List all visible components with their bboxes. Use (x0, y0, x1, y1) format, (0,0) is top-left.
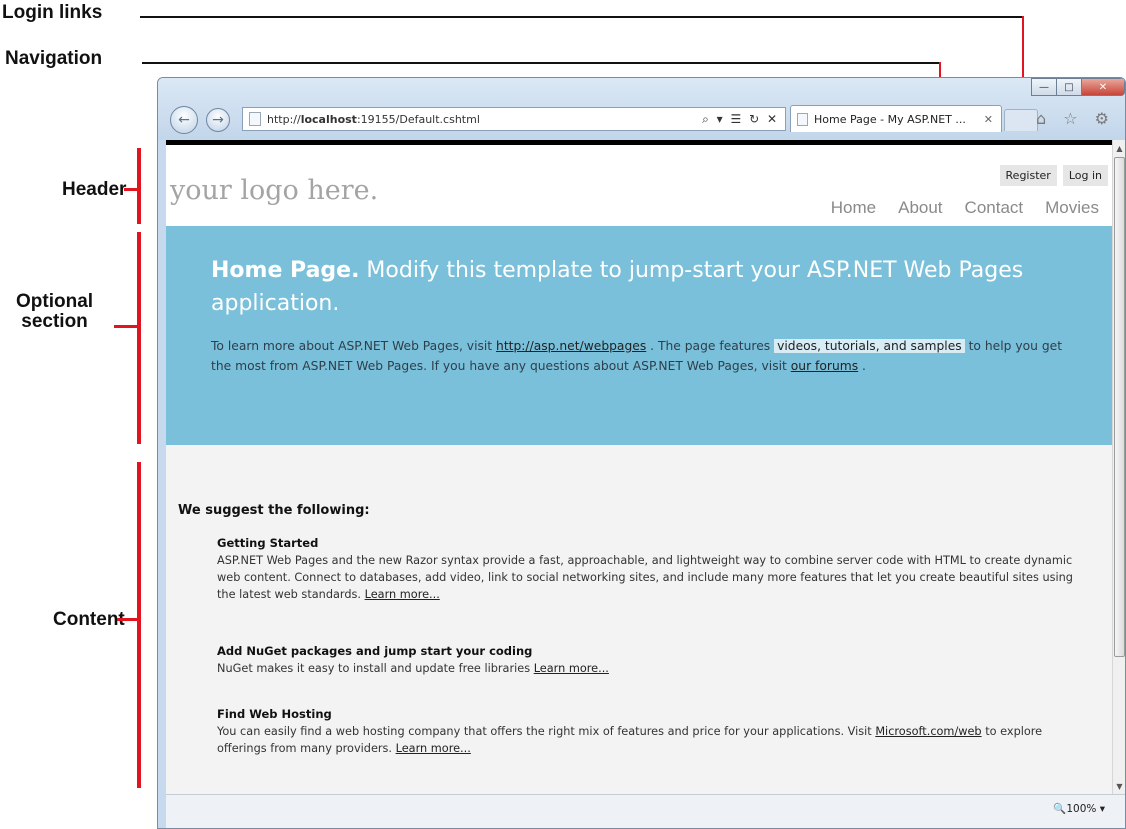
page-favicon-icon (249, 112, 261, 126)
forums-link[interactable]: our forums (791, 359, 858, 373)
forward-arrow-icon: → (212, 112, 224, 128)
suggestion-hosting: Find Web Hosting You can easily find a w… (217, 706, 1087, 757)
zoom-level[interactable]: 🔍100% ▾ (1053, 802, 1105, 815)
callout-optional-line1: Optional (16, 291, 94, 312)
suggestions-heading: We suggest the following: (178, 503, 370, 518)
back-button[interactable]: ← (170, 106, 198, 134)
site-logo[interactable]: your logo here. (170, 175, 378, 206)
back-arrow-icon: ← (178, 112, 190, 128)
url-path: :19155/Default.cshtml (356, 112, 480, 126)
suggestion-body: You can easily find a web hosting compan… (217, 725, 876, 738)
login-link[interactable]: Log in (1062, 165, 1108, 186)
suggestion-body: NuGet makes it easy to install and updat… (217, 662, 534, 675)
callout-header-bracket (137, 148, 141, 224)
suggestion-nuget: Add NuGet packages and jump start your c… (217, 643, 1087, 677)
callout-content: Content (53, 609, 125, 630)
minimize-button[interactable]: — (1031, 78, 1057, 96)
scroll-down-icon[interactable]: ▼ (1113, 779, 1125, 793)
featured-title-bold: Home Page. (211, 258, 360, 283)
vertical-scrollbar[interactable]: ▲ ▼ (1112, 140, 1125, 794)
featured-highlight: videos, tutorials, and samples (774, 339, 965, 353)
register-link[interactable]: Register (999, 165, 1057, 186)
featured-title: Home Page. Modify this template to jump-… (211, 254, 1091, 320)
suggestion-title: Find Web Hosting (217, 707, 332, 721)
main-content: We suggest the following: Getting Starte… (166, 445, 1112, 794)
nav-contact[interactable]: Contact (954, 198, 1035, 218)
title-bar: — □ ✕ ← → http://localhost:19155/Default… (158, 78, 1125, 140)
maximize-button[interactable]: □ (1056, 78, 1082, 96)
url-prefix: http:// (267, 112, 301, 126)
nav-movies[interactable]: Movies (1034, 198, 1110, 218)
forward-button[interactable]: → (206, 108, 230, 132)
tab-title: Home Page - My ASP.NET ... (814, 112, 966, 126)
callout-optional-bracket (137, 232, 141, 444)
nav-home[interactable]: Home (820, 198, 887, 218)
learn-more-link[interactable]: Learn more... (534, 662, 609, 675)
suggestion-text: ASP.NET Web Pages and the new Razor synt… (217, 552, 1087, 603)
featured-text-4: . (858, 359, 866, 373)
callout-header-tick (124, 188, 138, 191)
tab-home-page[interactable]: Home Page - My ASP.NET ... ✕ (790, 105, 1002, 132)
featured-section: Home Page. Modify this template to jump-… (166, 226, 1112, 445)
callout-login-links: Login links (2, 2, 103, 23)
callout-header: Header (62, 179, 127, 200)
microsoft-web-link[interactable]: Microsoft.com/web (875, 725, 981, 738)
tab-close-icon[interactable]: ✕ (984, 113, 993, 126)
callout-optional-tick (114, 325, 138, 328)
site-header: your logo here. Register Log in Home Abo… (166, 145, 1112, 226)
tab-favicon-icon (797, 112, 808, 126)
learn-more-link[interactable]: Learn more... (365, 588, 440, 601)
scroll-up-icon[interactable]: ▲ (1113, 141, 1125, 155)
browser-window: — □ ✕ ← → http://localhost:19155/Default… (157, 77, 1126, 829)
callout-navigation: Navigation (5, 48, 103, 69)
suggestion-getting-started: Getting Started ASP.NET Web Pages and th… (217, 535, 1087, 603)
suggestion-title: Add NuGet packages and jump start your c… (217, 644, 533, 658)
main-navigation: Home About Contact Movies (820, 198, 1110, 218)
home-favorites-tools-icons[interactable]: ⌂ ☆ ⚙ (1036, 109, 1115, 128)
callout-content-bracket (137, 462, 141, 788)
close-window-button[interactable]: ✕ (1081, 78, 1125, 96)
page-viewport: your logo here. Register Log in Home Abo… (166, 140, 1112, 794)
status-bar: 🔍100% ▾ (166, 794, 1125, 828)
url-host: localhost (300, 112, 357, 126)
nav-about[interactable]: About (887, 198, 953, 218)
callout-content-tick (117, 618, 138, 621)
suggestion-text: NuGet makes it easy to install and updat… (217, 660, 1087, 677)
login-links: Register Log in (999, 165, 1108, 186)
webpages-link[interactable]: http://asp.net/webpages (496, 339, 646, 353)
suggestion-body: ASP.NET Web Pages and the new Razor synt… (217, 554, 1073, 601)
new-tab-button[interactable] (1004, 109, 1038, 131)
scroll-thumb[interactable] (1114, 157, 1125, 657)
callout-optional-line2: section (21, 311, 88, 332)
address-tools-icons[interactable]: ⌕ ▾ ☰ ↻ ✕ (702, 112, 779, 127)
featured-text: To learn more about ASP.NET Web Pages, v… (211, 336, 1081, 376)
featured-text-2: . The page features (646, 339, 775, 353)
suggestion-text: You can easily find a web hosting compan… (217, 723, 1087, 757)
learn-more-link[interactable]: Learn more... (396, 742, 471, 755)
address-bar[interactable]: http://localhost:19155/Default.cshtml ⌕ … (242, 107, 786, 131)
callout-navigation-leader-h (142, 62, 941, 64)
callout-login-links-leader-h (140, 16, 1024, 18)
callout-optional-section: Optional section (16, 292, 93, 332)
window-controls: — □ ✕ (1031, 78, 1125, 96)
featured-text-1: To learn more about ASP.NET Web Pages, v… (211, 339, 497, 353)
suggestion-title: Getting Started (217, 536, 319, 550)
